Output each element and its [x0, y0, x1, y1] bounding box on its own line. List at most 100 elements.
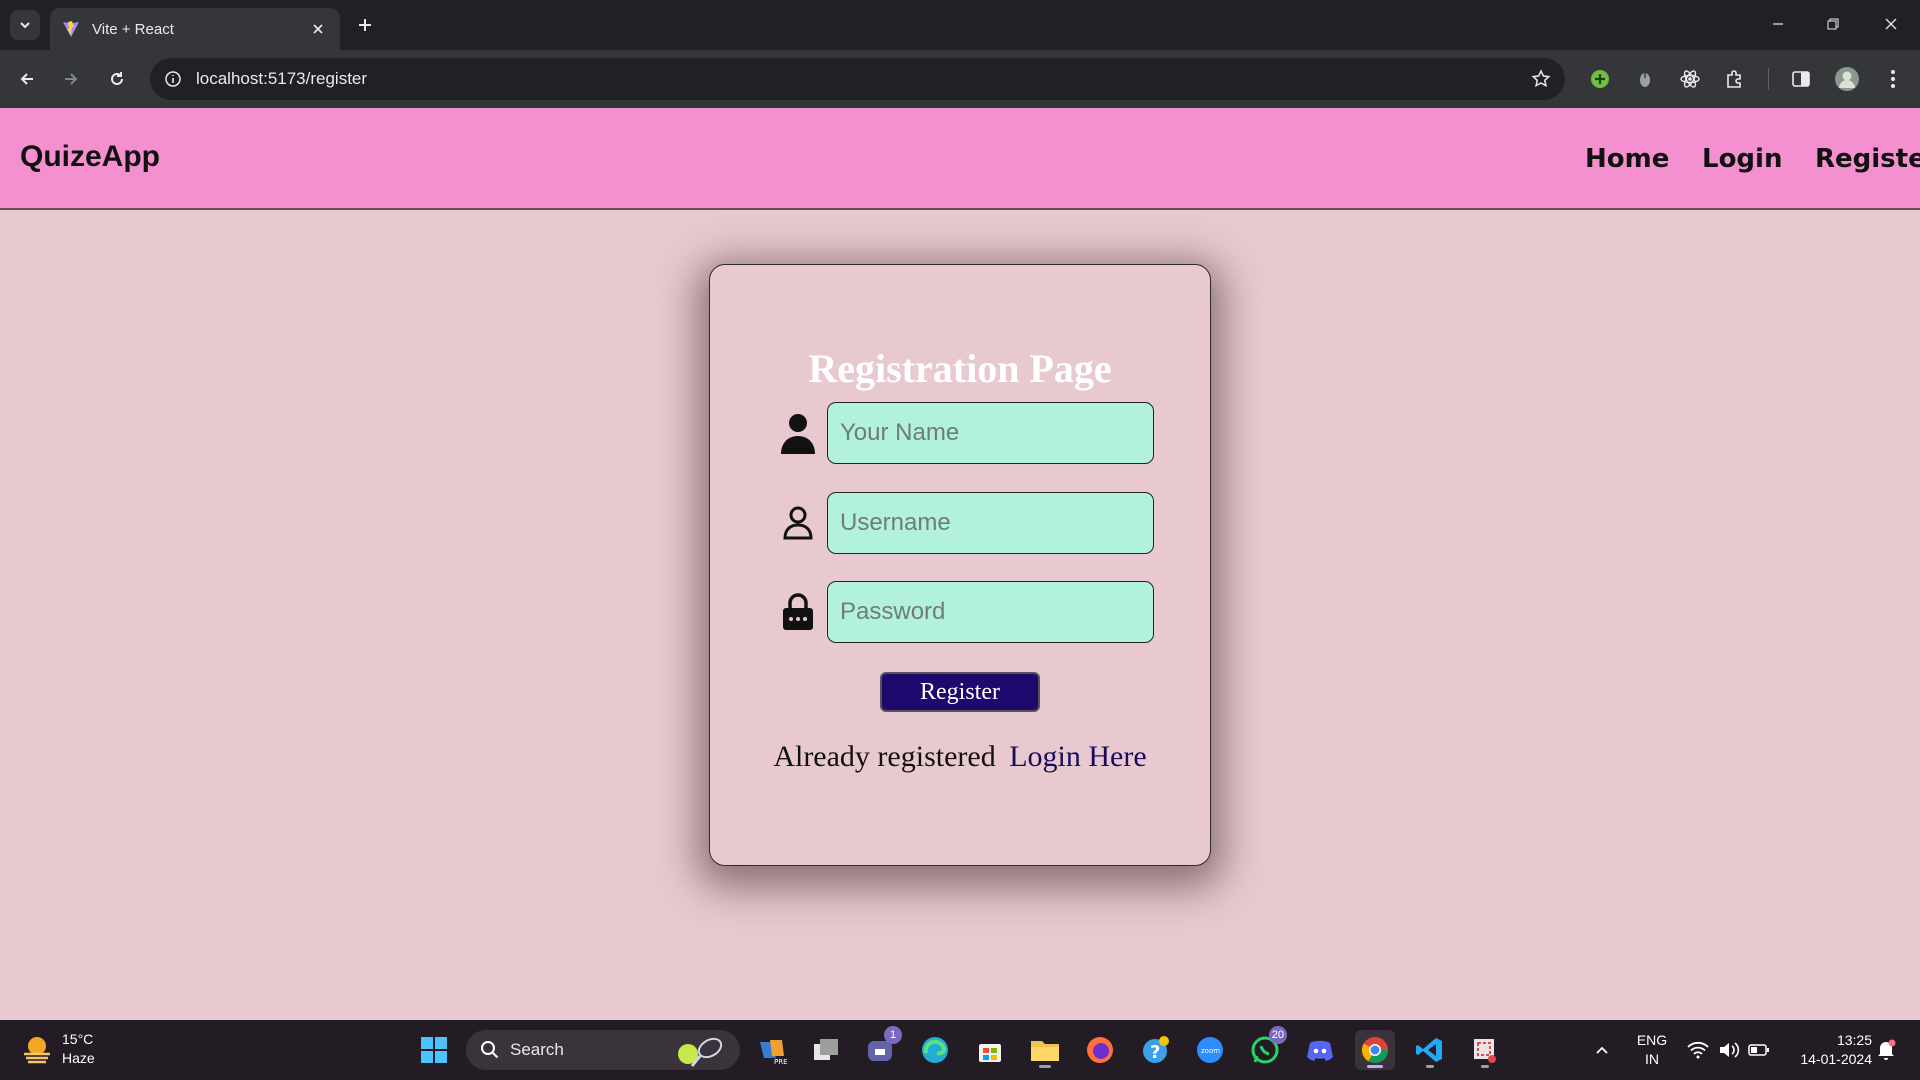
- svg-text:?: ?: [1150, 1042, 1160, 1063]
- login-here-link[interactable]: Login Here: [1009, 740, 1146, 773]
- file-explorer-icon[interactable]: [1025, 1030, 1065, 1070]
- tab-search-button[interactable]: [10, 10, 40, 40]
- already-registered-text: Already registered: [773, 740, 996, 773]
- chevron-down-icon: [20, 22, 30, 29]
- region-code: IN: [1645, 1051, 1659, 1067]
- browser-tab-bar: Vite + React: [0, 0, 1920, 50]
- temperature-text: 15°C: [62, 1031, 94, 1047]
- registration-card: Registration Page Register Already regis…: [709, 264, 1211, 866]
- running-indicator: [1426, 1065, 1434, 1068]
- volume-icon: [1720, 1042, 1740, 1058]
- info-icon[interactable]: [164, 70, 182, 88]
- react-devtools-icon[interactable]: [1675, 64, 1705, 94]
- firefox-app-icon[interactable]: [1080, 1030, 1120, 1070]
- extensions-puzzle-icon[interactable]: [1720, 64, 1750, 94]
- close-icon: [1885, 18, 1897, 30]
- edge-app-icon[interactable]: [915, 1030, 955, 1070]
- nav-link-home[interactable]: Home: [1585, 144, 1669, 174]
- new-tab-button[interactable]: [352, 12, 378, 38]
- app-navbar: QuizeApp Home Login Register: [0, 108, 1920, 210]
- chevron-up-icon: [1596, 1046, 1608, 1054]
- minimize-button[interactable]: [1755, 8, 1801, 40]
- tab-close-icon[interactable]: [308, 19, 328, 39]
- whatsapp-badge: 20: [1268, 1026, 1287, 1044]
- chrome-app-icon[interactable]: [1355, 1030, 1395, 1070]
- language-indicator[interactable]: ENG IN: [1630, 1031, 1674, 1069]
- tab-title: Vite + React: [92, 20, 174, 38]
- restore-icon: [1827, 18, 1839, 30]
- address-bar[interactable]: localhost:5173/register: [150, 58, 1565, 100]
- password-input[interactable]: [827, 581, 1154, 643]
- minimize-icon: [1773, 23, 1783, 25]
- extension-green-plus-icon[interactable]: [1585, 64, 1615, 94]
- store-app-icon[interactable]: [970, 1030, 1010, 1070]
- forward-button[interactable]: [56, 64, 86, 94]
- teams-app-icon[interactable]: 1: [860, 1026, 902, 1070]
- language-code: ENG: [1636, 1032, 1668, 1048]
- close-window-button[interactable]: [1868, 8, 1914, 40]
- side-panel-icon[interactable]: [1786, 64, 1816, 94]
- svg-text:zoom: zoom: [1201, 1047, 1220, 1055]
- vscode-app-icon[interactable]: [1410, 1030, 1450, 1070]
- arrow-left-icon: [20, 73, 33, 85]
- svg-text:PRE: PRE: [774, 1058, 788, 1066]
- user-solid-icon: [778, 410, 818, 456]
- search-label: Search: [510, 1040, 564, 1059]
- browser-toolbar: localhost:5173/register: [0, 50, 1920, 108]
- running-indicator: [1481, 1065, 1489, 1068]
- lock-icon: [778, 589, 818, 635]
- register-button[interactable]: Register: [880, 672, 1040, 712]
- taskbar-search[interactable]: Search: [466, 1030, 740, 1070]
- quick-settings[interactable]: [1678, 1030, 1778, 1070]
- url-text[interactable]: localhost:5173/register: [196, 69, 1531, 89]
- running-indicator: [1039, 1065, 1051, 1068]
- notifications-button[interactable]: [1866, 1030, 1906, 1070]
- bell-icon: [1878, 1039, 1896, 1060]
- back-button[interactable]: [12, 64, 42, 94]
- reload-button[interactable]: [102, 64, 132, 94]
- windows-logo-icon: [421, 1037, 447, 1063]
- copilot-app-icon[interactable]: PRE: [752, 1030, 792, 1070]
- name-field-row: [778, 402, 1154, 464]
- nav-link-register[interactable]: Register: [1815, 144, 1920, 174]
- sun-haze-icon: [24, 1037, 50, 1064]
- user-outline-icon: [778, 500, 818, 546]
- page-title: Registration Page: [808, 346, 1112, 391]
- discord-app-icon[interactable]: [1300, 1030, 1340, 1070]
- reload-icon: [111, 72, 123, 85]
- snipping-tool-icon[interactable]: [1465, 1030, 1505, 1070]
- login-prompt: Already registered Login Here: [710, 740, 1210, 774]
- clock-time: 13:25: [1836, 1032, 1872, 1048]
- star-icon[interactable]: [1531, 69, 1551, 89]
- search-icon: [481, 1041, 499, 1059]
- app-brand[interactable]: QuizeApp: [20, 140, 160, 174]
- restore-button[interactable]: [1810, 8, 1856, 40]
- battery-icon: [1748, 1044, 1769, 1056]
- profile-avatar[interactable]: [1832, 64, 1862, 94]
- whatsapp-app-icon[interactable]: 20: [1245, 1026, 1287, 1070]
- more-menu-icon[interactable]: [1878, 64, 1908, 94]
- weather-text: Haze: [62, 1050, 95, 1066]
- nav-link-login[interactable]: Login: [1702, 144, 1782, 174]
- weather-widget[interactable]: 15°C Haze: [20, 1030, 95, 1068]
- wifi-icon: [1687, 1041, 1709, 1059]
- browser-tab[interactable]: Vite + React: [50, 8, 340, 50]
- zoom-app-icon[interactable]: zoom: [1190, 1030, 1230, 1070]
- show-hidden-icons[interactable]: [1582, 1030, 1622, 1070]
- extension-mouse-icon[interactable]: [1630, 64, 1660, 94]
- arrow-right-icon: [65, 73, 78, 85]
- active-indicator: [1367, 1065, 1383, 1068]
- username-field-row: [778, 492, 1154, 554]
- clock-date: 14-01-2024: [1800, 1051, 1872, 1067]
- windows-taskbar: 15°C Haze Search PRE 1 ? zoom 20 ENG IN …: [0, 1020, 1920, 1080]
- clock[interactable]: 13:25 14-01-2024: [1780, 1031, 1872, 1069]
- name-input[interactable]: [827, 402, 1154, 464]
- teams-badge: 1: [884, 1026, 902, 1044]
- plus-icon: [359, 19, 371, 31]
- username-input[interactable]: [827, 492, 1154, 554]
- help-app-icon[interactable]: ?: [1135, 1030, 1175, 1070]
- start-button[interactable]: [414, 1030, 454, 1070]
- task-view-icon[interactable]: [806, 1030, 846, 1070]
- vite-logo-icon: [63, 21, 79, 37]
- tennis-highlight-icon: [678, 1037, 723, 1067]
